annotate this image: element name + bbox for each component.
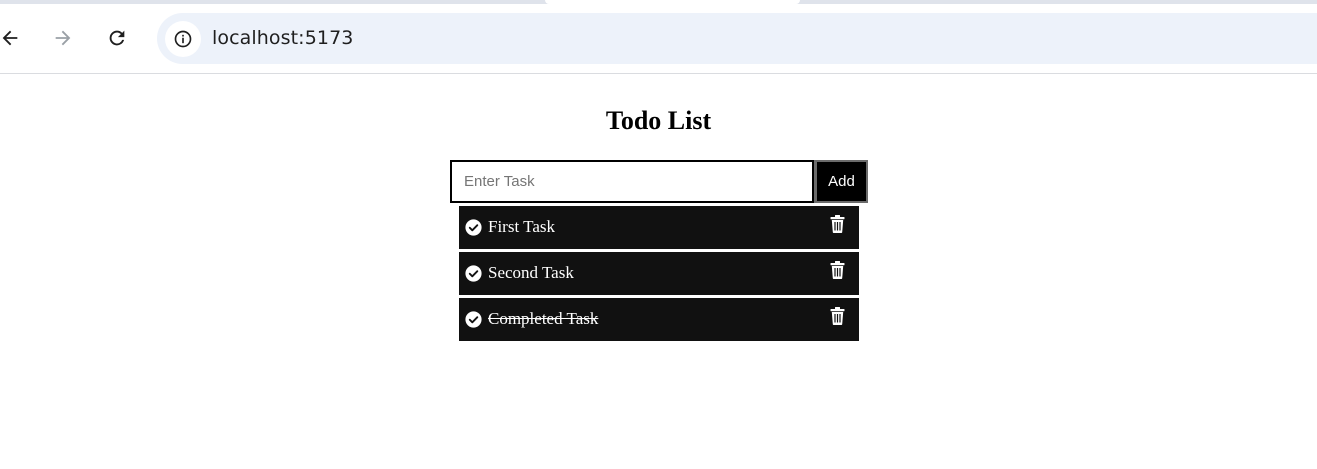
add-button[interactable]: Add	[814, 160, 868, 203]
info-icon	[174, 30, 192, 48]
arrow-left-icon	[2, 30, 18, 46]
task-text: Completed Task	[488, 309, 599, 328]
todo-app: Todo List Add First Task	[0, 74, 1317, 469]
forward-button[interactable]	[47, 22, 79, 54]
task-list: First Task Second Task Completed Task	[459, 206, 859, 344]
trash-icon[interactable]	[830, 261, 845, 279]
reload-icon	[109, 30, 125, 46]
page-title: Todo List	[605, 106, 712, 135]
reload-button[interactable]	[101, 22, 133, 54]
arrow-right-icon	[55, 30, 71, 46]
url-text[interactable]: localhost:5173	[212, 27, 353, 49]
site-info-button[interactable]	[165, 21, 201, 57]
trash-icon[interactable]	[830, 307, 845, 325]
task-text: First Task	[488, 217, 555, 236]
task-input[interactable]	[450, 160, 814, 203]
check-circle-icon[interactable]	[465, 265, 482, 282]
check-circle-icon[interactable]	[465, 219, 482, 236]
check-circle-icon[interactable]	[465, 311, 482, 328]
task-item: First Task	[459, 206, 859, 249]
address-bar[interactable]: localhost:5173	[157, 13, 1317, 64]
task-item: Second Task	[459, 252, 859, 295]
task-item: Completed Task	[459, 298, 859, 341]
task-text: Second Task	[488, 263, 574, 282]
trash-icon[interactable]	[830, 215, 845, 233]
browser-toolbar: localhost:5173	[0, 4, 1317, 74]
task-form: Add	[450, 160, 868, 203]
back-button[interactable]	[0, 22, 26, 54]
